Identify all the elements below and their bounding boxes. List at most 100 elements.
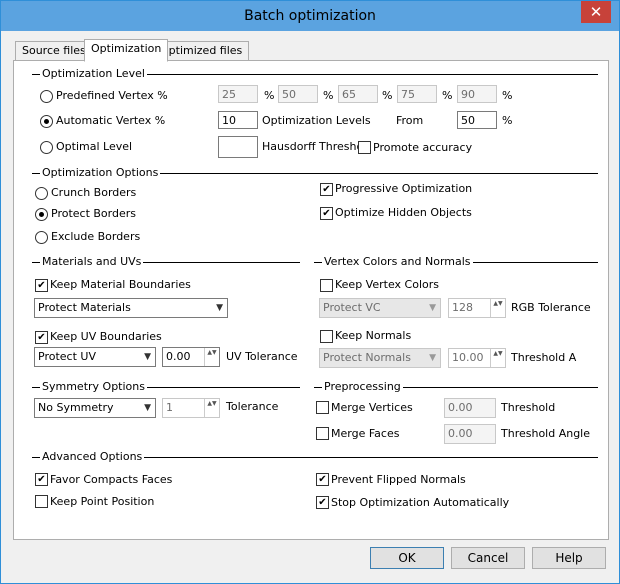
favor-compact-faces-checkbox[interactable]: ✔ xyxy=(35,473,48,486)
favor-compact-faces-label: Favor Compacts Faces xyxy=(50,473,173,486)
merge-faces-checkbox[interactable] xyxy=(316,427,329,440)
section-preprocessing: Preprocessing xyxy=(322,380,403,393)
close-icon[interactable]: ✕ xyxy=(581,1,611,23)
predefined-value-90[interactable]: 90 xyxy=(457,85,497,103)
help-button[interactable]: Help xyxy=(532,547,606,569)
stop-optimization-label: Stop Optimization Automatically xyxy=(331,496,510,509)
uv-tolerance-label: UV Tolerance xyxy=(226,350,298,363)
rgb-tolerance-value: 128 xyxy=(452,301,473,314)
symmetry-combo[interactable]: No Symmetry ▼ xyxy=(34,398,156,418)
predefined-value-65[interactable]: 65 xyxy=(338,85,378,103)
uv-tolerance-spin[interactable]: 0.00 ▲▼ xyxy=(162,347,220,367)
percent-label: % xyxy=(264,89,275,102)
window-title: Batch optimization xyxy=(244,8,376,24)
uv-combo-value: Protect UV xyxy=(38,350,96,363)
symmetry-tolerance-value: 1 xyxy=(166,401,173,414)
merge-vertices-threshold-label: Threshold xyxy=(501,401,556,414)
progressive-optimization-label: Progressive Optimization xyxy=(335,182,473,195)
predefined-value-50[interactable]: 50 xyxy=(278,85,318,103)
crunch-borders-label: Crunch Borders xyxy=(51,186,137,199)
section-vertex-colors: Vertex Colors and Normals xyxy=(322,255,473,268)
section-materials-uvs: Materials and UVs xyxy=(40,255,144,268)
automatic-vertex-radio[interactable] xyxy=(40,115,53,128)
promote-accuracy-checkbox[interactable] xyxy=(358,141,371,154)
vc-combo[interactable]: Protect VC ▼ xyxy=(319,298,441,318)
hausdorff-label: Hausdorff Thresho xyxy=(262,140,364,153)
batch-optimization-window: Batch optimization ✕ Source files Optimi… xyxy=(0,0,620,584)
predefined-value-25[interactable]: 25 xyxy=(218,85,258,103)
keep-vertex-colors-label: Keep Vertex Colors xyxy=(335,278,439,291)
exclude-borders-label: Exclude Borders xyxy=(51,230,141,243)
merge-vertices-label: Merge Vertices xyxy=(331,401,413,414)
keep-material-label: Keep Material Boundaries xyxy=(50,278,191,291)
material-combo[interactable]: Protect Materials ▼ xyxy=(34,298,228,318)
normals-combo-value: Protect Normals xyxy=(323,351,411,364)
spin-arrows-icon[interactable]: ▲▼ xyxy=(204,399,219,417)
merge-faces-label: Merge Faces xyxy=(331,427,400,440)
automatic-vertex-label: Automatic Vertex % xyxy=(56,114,166,127)
predefined-value-75[interactable]: 75 xyxy=(397,85,437,103)
section-optimization-options: Optimization Options xyxy=(40,166,161,179)
optimization-panel: Optimization Level Predefined Vertex % 2… xyxy=(13,60,609,540)
rgb-tolerance-label: RGB Tolerance xyxy=(511,301,591,314)
percent-label: % xyxy=(382,89,393,102)
protect-borders-radio[interactable] xyxy=(35,208,48,221)
spin-arrows-icon[interactable]: ▲▼ xyxy=(204,348,219,366)
keep-material-checkbox[interactable]: ✔ xyxy=(35,279,48,292)
tab-optimization[interactable]: Optimization xyxy=(84,39,169,62)
spin-arrows-icon[interactable]: ▲▼ xyxy=(490,349,505,367)
from-input[interactable]: 50 xyxy=(457,111,497,129)
spin-arrows-icon[interactable]: ▲▼ xyxy=(490,299,505,317)
merge-faces-threshold-input[interactable]: 0.00 xyxy=(444,424,496,444)
uv-combo[interactable]: Protect UV ▼ xyxy=(34,347,156,367)
percent-label: % xyxy=(502,89,513,102)
progressive-optimization-checkbox[interactable]: ✔ xyxy=(320,183,333,196)
ok-button[interactable]: OK xyxy=(370,547,444,569)
optimization-levels-label: Optimization Levels xyxy=(262,114,371,127)
optimization-levels-input[interactable]: 10 xyxy=(218,111,258,129)
symmetry-combo-value: No Symmetry xyxy=(38,401,114,414)
chevron-down-icon: ▼ xyxy=(429,353,436,363)
threshold-angle-label: Threshold Ang xyxy=(511,351,577,364)
optimal-level-radio[interactable] xyxy=(40,141,53,154)
chevron-down-icon: ▼ xyxy=(144,403,151,413)
material-combo-value: Protect Materials xyxy=(38,301,131,314)
rgb-tolerance-spin[interactable]: 128 ▲▼ xyxy=(448,298,506,318)
merge-vertices-checkbox[interactable] xyxy=(316,401,329,414)
keep-point-position-label: Keep Point Position xyxy=(50,495,155,508)
prevent-flipped-normals-checkbox[interactable]: ✔ xyxy=(316,473,329,486)
symmetry-tolerance-label: Tolerance xyxy=(226,400,279,413)
optimize-hidden-checkbox[interactable]: ✔ xyxy=(320,207,333,220)
tab-source-files[interactable]: Source files xyxy=(15,41,93,61)
cancel-button[interactable]: Cancel xyxy=(451,547,525,569)
percent-label: % xyxy=(502,114,513,127)
exclude-borders-radio[interactable] xyxy=(35,231,48,244)
optimal-level-label: Optimal Level xyxy=(56,140,133,153)
percent-label: % xyxy=(442,89,453,102)
section-optimization-level: Optimization Level xyxy=(40,67,147,80)
crunch-borders-radio[interactable] xyxy=(35,187,48,200)
threshold-angle-spin[interactable]: 10.00 ▲▼ xyxy=(448,348,506,368)
keep-uv-checkbox[interactable]: ✔ xyxy=(35,331,48,344)
percent-label: % xyxy=(323,89,334,102)
hausdorff-input[interactable] xyxy=(218,136,258,158)
keep-normals-checkbox[interactable] xyxy=(320,330,333,343)
protect-borders-label: Protect Borders xyxy=(51,207,136,220)
promote-accuracy-label: Promote accuracy xyxy=(373,141,473,154)
merge-vertices-threshold-input[interactable]: 0.00 xyxy=(444,398,496,418)
chevron-down-icon: ▼ xyxy=(429,303,436,313)
symmetry-tolerance-spin[interactable]: 1 ▲▼ xyxy=(162,398,220,418)
keep-uv-label: Keep UV Boundaries xyxy=(50,330,162,343)
stop-optimization-checkbox[interactable]: ✔ xyxy=(316,496,329,509)
predefined-vertex-radio[interactable] xyxy=(40,90,53,103)
section-advanced: Advanced Options xyxy=(40,450,145,463)
keep-point-position-checkbox[interactable] xyxy=(35,495,48,508)
normals-combo[interactable]: Protect Normals ▼ xyxy=(319,348,441,368)
keep-vertex-colors-checkbox[interactable] xyxy=(320,279,333,292)
from-label: From xyxy=(396,114,424,127)
uv-tolerance-value: 0.00 xyxy=(166,350,191,363)
keep-normals-label: Keep Normals xyxy=(335,329,412,342)
optimize-hidden-label: Optimize Hidden Objects xyxy=(335,206,472,219)
predefined-vertex-label: Predefined Vertex % xyxy=(56,89,168,102)
threshold-angle-value: 10.00 xyxy=(452,351,484,364)
